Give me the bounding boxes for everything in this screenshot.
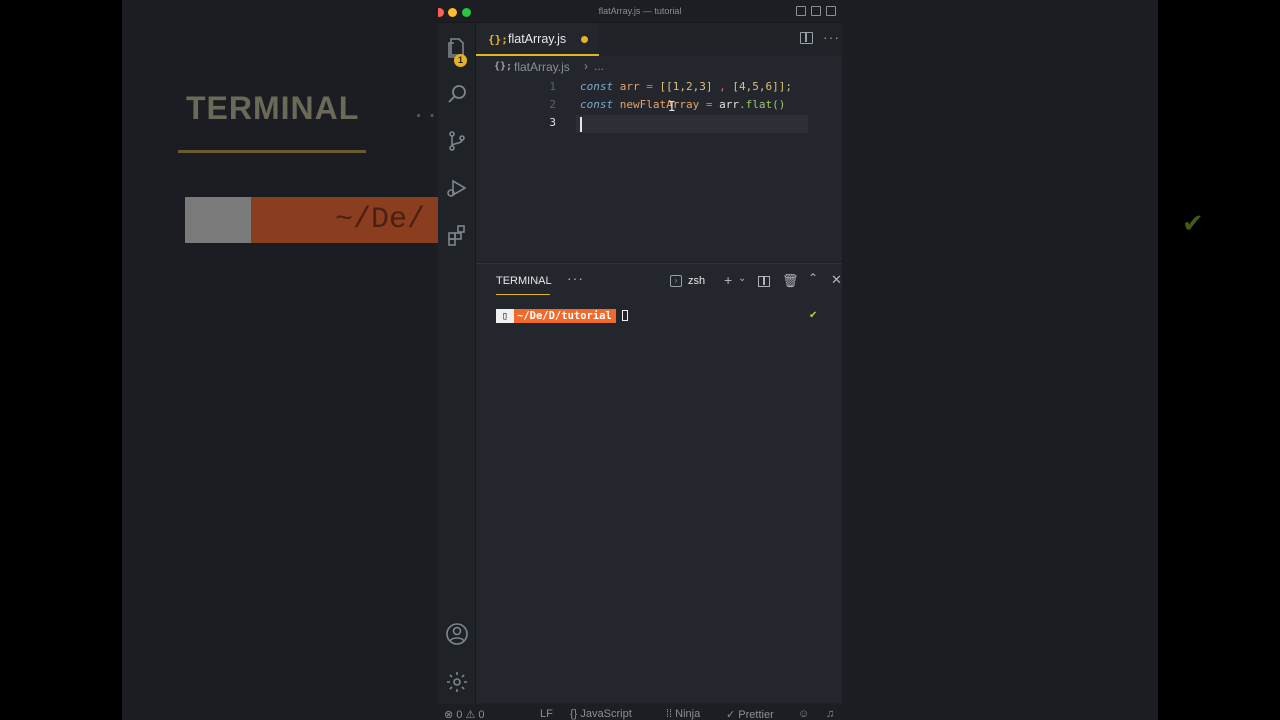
maximize-panel-chevron-up-icon[interactable]: ⌃ <box>808 271 818 285</box>
close-panel-icon[interactable]: ✕ <box>831 272 842 288</box>
breadcrumb-file[interactable]: flatArray.js <box>514 60 570 74</box>
eol-status[interactable]: LF <box>540 708 553 720</box>
code-line[interactable]: 2 const newFlatArray = arr.flat() <box>476 97 842 115</box>
editor-tabs: {}; flatArray.js ··· <box>476 23 842 56</box>
toggle-panel-icon[interactable] <box>811 6 821 16</box>
extensions-icon[interactable] <box>438 218 476 252</box>
line-source[interactable]: const newFlatArray = arr.flat() <box>580 98 785 111</box>
new-terminal-plus-icon[interactable]: + <box>724 272 732 288</box>
breadcrumb: {}; flatArray.js › ... <box>476 59 842 77</box>
run-debug-icon[interactable] <box>438 171 476 205</box>
panel-more-icon[interactable]: ··· <box>567 270 584 286</box>
text-caret <box>580 117 582 132</box>
line-number: 3 <box>549 116 556 129</box>
background-prompt-path: ~/De/ <box>335 203 426 237</box>
code-line-active[interactable]: 3 <box>476 115 842 133</box>
background-check-icon: ✔ <box>1182 208 1204 238</box>
split-terminal-icon[interactable] <box>758 276 770 287</box>
background-terminal-title: TERMINAL <box>186 90 360 126</box>
line-number: 1 <box>549 80 556 93</box>
current-line-highlight <box>576 115 808 133</box>
background-right-zoom <box>842 0 1158 720</box>
breadcrumb-chevron-icon: › <box>584 59 588 73</box>
breadcrumb-more[interactable]: ... <box>594 59 604 73</box>
source-control-icon[interactable] <box>438 124 476 158</box>
mouse-ibeam-cursor: I <box>668 100 676 115</box>
activity-bar: 1 <box>438 23 476 720</box>
background-prompt: ~/De/ <box>185 197 438 243</box>
line-source[interactable]: const arr = [[1,2,3] , [4,5,6]]; <box>580 80 792 93</box>
terminal-prompt[interactable]: ▯ ~/De/D/tutorial <box>496 309 628 323</box>
more-actions-icon[interactable]: ··· <box>823 29 840 45</box>
code-lines[interactable]: 1 const arr = [[1,2,3] , [4,5,6]]; 2 con… <box>476 79 842 133</box>
status-bar: ⊗ 0 ⚠ 0 LF {} JavaScript ⁞⁞ Ninja ✓ Pret… <box>438 704 842 720</box>
prompt-os-segment: ▯ <box>496 309 514 323</box>
screenshot-stage: TERMINAL ·· ~/De/ ✔ flatArray.js — tutor… <box>0 0 1280 720</box>
line-number: 2 <box>549 98 556 111</box>
split-editor-icon[interactable] <box>800 32 813 44</box>
title-bar: flatArray.js — tutorial <box>438 0 842 23</box>
active-tab-underline <box>496 294 550 295</box>
tab-flatarray-js[interactable]: {}; flatArray.js <box>476 23 599 56</box>
toggle-sidebar-icon[interactable] <box>796 6 806 16</box>
explorer-icon[interactable]: 1 <box>438 31 476 67</box>
layout-controls <box>796 6 836 16</box>
window-title: flatArray.js — tutorial <box>598 6 682 16</box>
background-prompt-segment <box>185 197 251 243</box>
ninja-status[interactable]: ⁞⁞ Ninja <box>666 708 700 720</box>
chevron-down-icon[interactable]: ⌄ <box>738 273 746 284</box>
background-more-icon: ·· <box>414 98 441 129</box>
background-title-underline <box>178 150 366 153</box>
trash-icon[interactable]: 🗑 <box>782 273 799 289</box>
toggle-secondary-sidebar-icon[interactable] <box>826 6 836 16</box>
prompt-path: ~/De/D/tutorial <box>514 309 616 323</box>
vscode-window: flatArray.js — tutorial 1 {}; flatArray.… <box>438 0 842 720</box>
tab-label: flatArray.js <box>508 32 567 46</box>
accounts-icon[interactable] <box>438 617 476 651</box>
language-status[interactable]: {} JavaScript <box>570 708 632 720</box>
terminal-panel: TERMINAL ··· › zsh + ⌄ 🗑 ⌃ ✕ ▯ ~/De/D/tu… <box>476 263 842 703</box>
unsaved-dot-icon[interactable] <box>581 36 588 43</box>
explorer-badge: 1 <box>454 54 467 67</box>
prompt-check-icon: ✔ <box>809 310 818 321</box>
search-icon[interactable] <box>438 77 476 111</box>
terminal-cursor <box>621 310 628 321</box>
js-file-icon: {}; <box>488 33 508 46</box>
editor-area: {}; flatArray.js ··· {}; flatArray.js › … <box>476 23 842 261</box>
tab-terminal[interactable]: TERMINAL <box>496 275 552 287</box>
settings-gear-icon[interactable] <box>438 665 476 699</box>
code-line[interactable]: 1 const arr = [[1,2,3] , [4,5,6]]; <box>476 79 842 97</box>
terminal-icon: › <box>670 275 682 287</box>
problems-status[interactable]: ⊗ 0 ⚠ 0 <box>444 708 484 720</box>
terminal-kind[interactable]: zsh <box>688 275 705 287</box>
notifications-bell-icon[interactable]: ♫ <box>826 708 834 720</box>
breadcrumb-js-icon: {}; <box>494 61 513 72</box>
feedback-icon[interactable]: ☺ <box>798 708 809 720</box>
prettier-status[interactable]: ✓ Prettier <box>726 708 774 720</box>
